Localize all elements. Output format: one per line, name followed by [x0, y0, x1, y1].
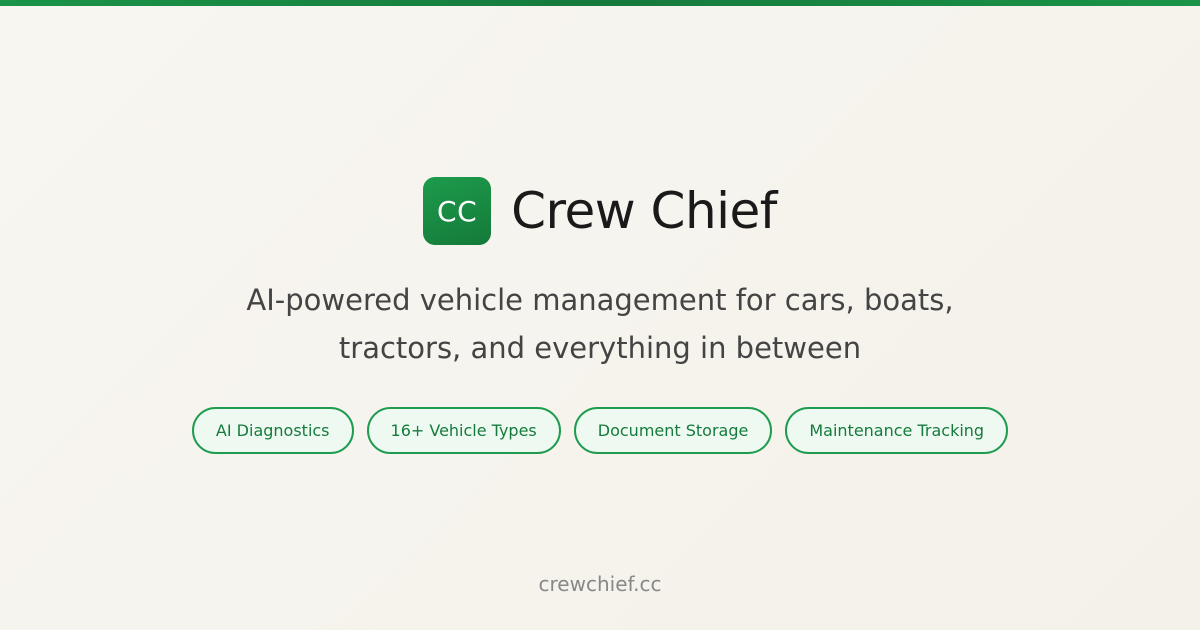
tagline-line-1: AI-powered vehicle management for cars, …: [246, 283, 954, 317]
brand-name: Crew Chief: [511, 182, 777, 240]
tagline-line-2: tractors, and everything in between: [338, 331, 862, 365]
footer-url: crewchief.cc: [538, 572, 662, 596]
logo-text: CC: [437, 194, 478, 228]
brand-header: CC Crew Chief: [0, 177, 1200, 245]
feature-pills: AI Diagnostics 16+ Vehicle Types Documen…: [0, 407, 1200, 454]
feature-pill-ai-diagnostics: AI Diagnostics: [191, 407, 354, 454]
feature-pill-document-storage: Document Storage: [573, 407, 773, 454]
logo-icon: CC: [423, 177, 492, 245]
feature-pill-vehicle-types: 16+ Vehicle Types: [366, 407, 561, 454]
tagline: AI-powered vehicle management for cars, …: [0, 276, 1200, 372]
feature-pill-maintenance-tracking: Maintenance Tracking: [785, 407, 1009, 454]
top-accent-bar: [0, 0, 1200, 6]
